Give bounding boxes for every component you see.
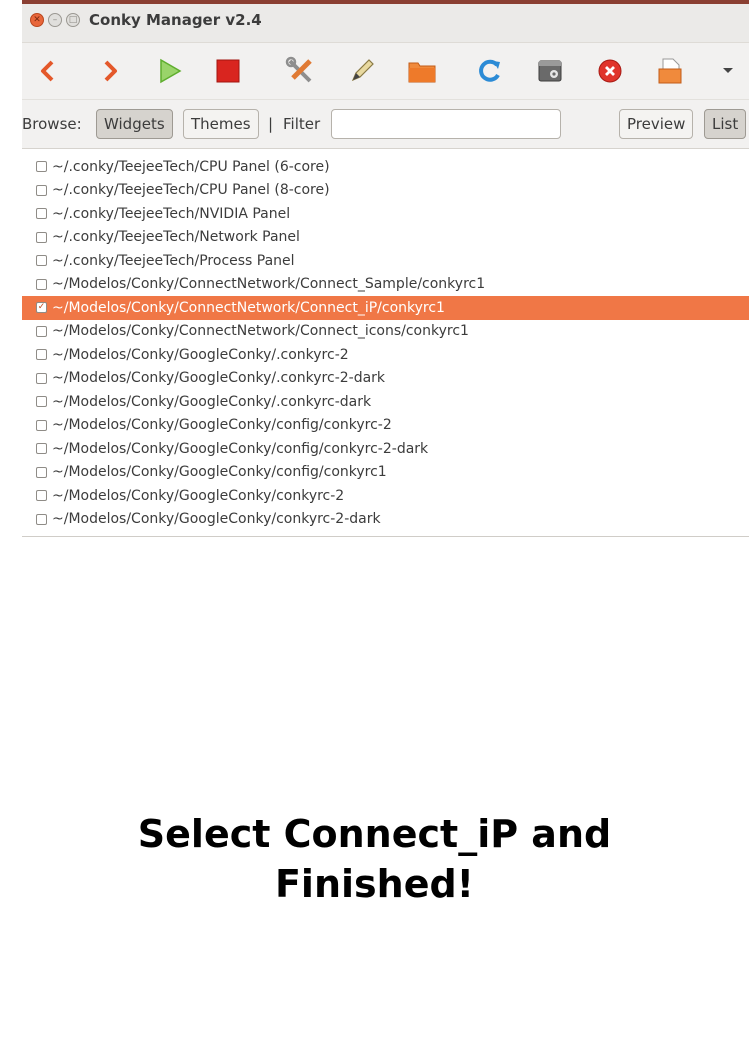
list-item[interactable]: ~/Modelos/Conky/GoogleConky/config/conky… <box>22 437 749 461</box>
refresh-icon <box>479 59 500 82</box>
list-item[interactable]: ~/Modelos/Conky/GoogleConky/.conkyrc-2-d… <box>22 367 749 391</box>
list-item-label: ~/Modelos/Conky/GoogleConky/config/conky… <box>52 464 387 481</box>
list-item-checkbox[interactable] <box>36 372 47 384</box>
list-item[interactable]: ~/.conky/TeejeeTech/Process Panel <box>22 249 749 273</box>
list-item[interactable]: ~/Modelos/Conky/GoogleConky/conkyrc-2 <box>22 484 749 508</box>
list-item[interactable]: ~/Modelos/Conky/GoogleConky/.conkyrc-2 <box>22 343 749 367</box>
toolbar <box>22 43 749 100</box>
list-toggle[interactable]: List <box>704 109 747 139</box>
list-item-label: ~/.conky/TeejeeTech/CPU Panel (6-core) <box>52 158 330 175</box>
separator: | <box>268 115 274 133</box>
list-item-checkbox[interactable] <box>36 443 47 455</box>
list-item-checkbox[interactable] <box>36 325 47 337</box>
list-item-label: ~/Modelos/Conky/ConnectNetwork/Connect_i… <box>52 323 469 340</box>
list-item[interactable]: ~/.conky/TeejeeTech/CPU Panel (6-core) <box>22 155 749 179</box>
stop-button[interactable] <box>208 53 248 89</box>
import-icon <box>658 58 682 84</box>
more-menu-button[interactable] <box>708 53 748 89</box>
list-item-checkbox[interactable] <box>36 231 47 243</box>
list-item-label: ~/.conky/TeejeeTech/CPU Panel (8-core) <box>52 182 330 199</box>
window-close-button[interactable]: ✕ <box>30 13 44 27</box>
stop-icon <box>216 59 240 83</box>
preview-toggle[interactable]: Preview <box>619 109 694 139</box>
list-item-checkbox[interactable] <box>36 349 47 361</box>
list-item-label: ~/Modelos/Conky/GoogleConky/.conkyrc-2-d… <box>52 370 386 387</box>
kill-conky-button[interactable] <box>590 53 630 89</box>
list-item-checkbox[interactable] <box>36 490 47 502</box>
browse-bar: Browse: Widgets Themes | Filter Preview … <box>22 100 749 148</box>
list-item-checkbox[interactable] <box>36 466 47 478</box>
settings-window-icon <box>538 60 562 82</box>
filter-label: Filter <box>283 115 321 133</box>
list-item-checkbox[interactable] <box>36 161 47 173</box>
chevron-right-icon <box>104 60 117 82</box>
list-item-checkbox[interactable] <box>36 513 47 525</box>
list-item-label: ~/Modelos/Conky/GoogleConky/config/conky… <box>52 440 429 457</box>
list-item[interactable]: ~/.conky/TeejeeTech/NVIDIA Panel <box>22 202 749 226</box>
dropdown-arrow-icon <box>723 68 733 73</box>
list-item-label: ~/.conky/TeejeeTech/NVIDIA Panel <box>52 205 291 222</box>
widgets-toggle[interactable]: Widgets <box>96 109 173 139</box>
next-button[interactable] <box>90 53 130 89</box>
open-folder-button[interactable] <box>402 53 442 89</box>
themes-toggle[interactable]: Themes <box>183 109 259 139</box>
import-button[interactable] <box>650 53 690 89</box>
play-icon <box>160 58 182 84</box>
list-item[interactable]: ~/.conky/TeejeeTech/CPU Panel (8-core) <box>22 179 749 203</box>
caption-line-1: Select Connect_iP and <box>137 812 612 856</box>
list-item[interactable]: ✓ ~/Modelos/Conky/ConnectNetwork/Connect_… <box>22 296 749 320</box>
close-circle-icon <box>598 59 622 83</box>
list-item-label: ~/Modelos/Conky/GoogleConky/conkyrc-2-da… <box>52 511 381 528</box>
list-item-label: ~/Modelos/Conky/ConnectNetwork/Connect_S… <box>52 276 486 293</box>
list-item-checkbox[interactable] <box>36 208 47 220</box>
list-item[interactable]: ~/Modelos/Conky/GoogleConky/conkyrc-2-da… <box>22 508 749 532</box>
list-item-checkbox[interactable] <box>36 396 47 408</box>
list-item-label: ~/Modelos/Conky/GoogleConky/.conkyrc-2 <box>52 346 349 363</box>
list-item[interactable]: ~/Modelos/Conky/GoogleConky/.conkyrc-dar… <box>22 390 749 414</box>
list-item[interactable]: ~/.conky/TeejeeTech/Network Panel <box>22 226 749 250</box>
browse-label: Browse: <box>22 115 82 133</box>
list-item-label: ~/.conky/TeejeeTech/Process Panel <box>52 252 295 269</box>
list-item-label: ~/Modelos/Conky/ConnectNetwork/Connect_i… <box>52 299 445 316</box>
folder-icon <box>408 62 436 83</box>
list-item[interactable]: ~/Modelos/Conky/ConnectNetwork/Connect_S… <box>22 273 749 297</box>
previous-button[interactable] <box>28 53 68 89</box>
edit-file-button[interactable] <box>342 53 382 89</box>
start-button[interactable] <box>150 53 190 89</box>
caption-line-2: Finished! <box>274 862 475 906</box>
chevron-left-icon <box>41 60 54 82</box>
list-item-checkbox[interactable] <box>36 278 47 290</box>
refresh-button[interactable] <box>470 53 510 89</box>
window-title: Conky Manager v2.4 <box>89 11 262 29</box>
conky-manager-window: ✕ – □ Conky Manager v2.4 Browse: Widgets… <box>22 0 749 537</box>
settings-button[interactable] <box>530 53 570 89</box>
list-item-checkbox[interactable] <box>36 419 47 431</box>
window-minimize-button[interactable]: – <box>48 13 62 27</box>
pencil-icon <box>351 59 374 82</box>
window-maximize-button[interactable]: □ <box>66 13 80 27</box>
widget-list: ~/.conky/TeejeeTech/CPU Panel (6-core) ~/… <box>22 148 749 536</box>
tools-icon <box>285 56 312 83</box>
list-item[interactable]: ~/Modelos/Conky/GoogleConky/config/conky… <box>22 461 749 485</box>
filter-input[interactable] <box>331 109 561 139</box>
list-item-checkbox[interactable]: ✓ <box>36 302 47 314</box>
list-item-label: ~/Modelos/Conky/GoogleConky/config/conky… <box>52 417 392 434</box>
title-bar: ✕ – □ Conky Manager v2.4 <box>22 0 749 43</box>
list-item-label: ~/Modelos/Conky/GoogleConky/conkyrc-2 <box>52 487 345 504</box>
list-item-label: ~/.conky/TeejeeTech/Network Panel <box>52 229 300 246</box>
list-item-checkbox[interactable] <box>36 255 47 267</box>
edit-settings-button[interactable] <box>280 53 320 89</box>
list-item-checkbox[interactable] <box>36 184 47 196</box>
list-item[interactable]: ~/Modelos/Conky/GoogleConky/config/conky… <box>22 414 749 438</box>
list-item[interactable]: ~/Modelos/Conky/ConnectNetwork/Connect_i… <box>22 320 749 344</box>
list-item-label: ~/Modelos/Conky/GoogleConky/.conkyrc-dar… <box>52 393 372 410</box>
